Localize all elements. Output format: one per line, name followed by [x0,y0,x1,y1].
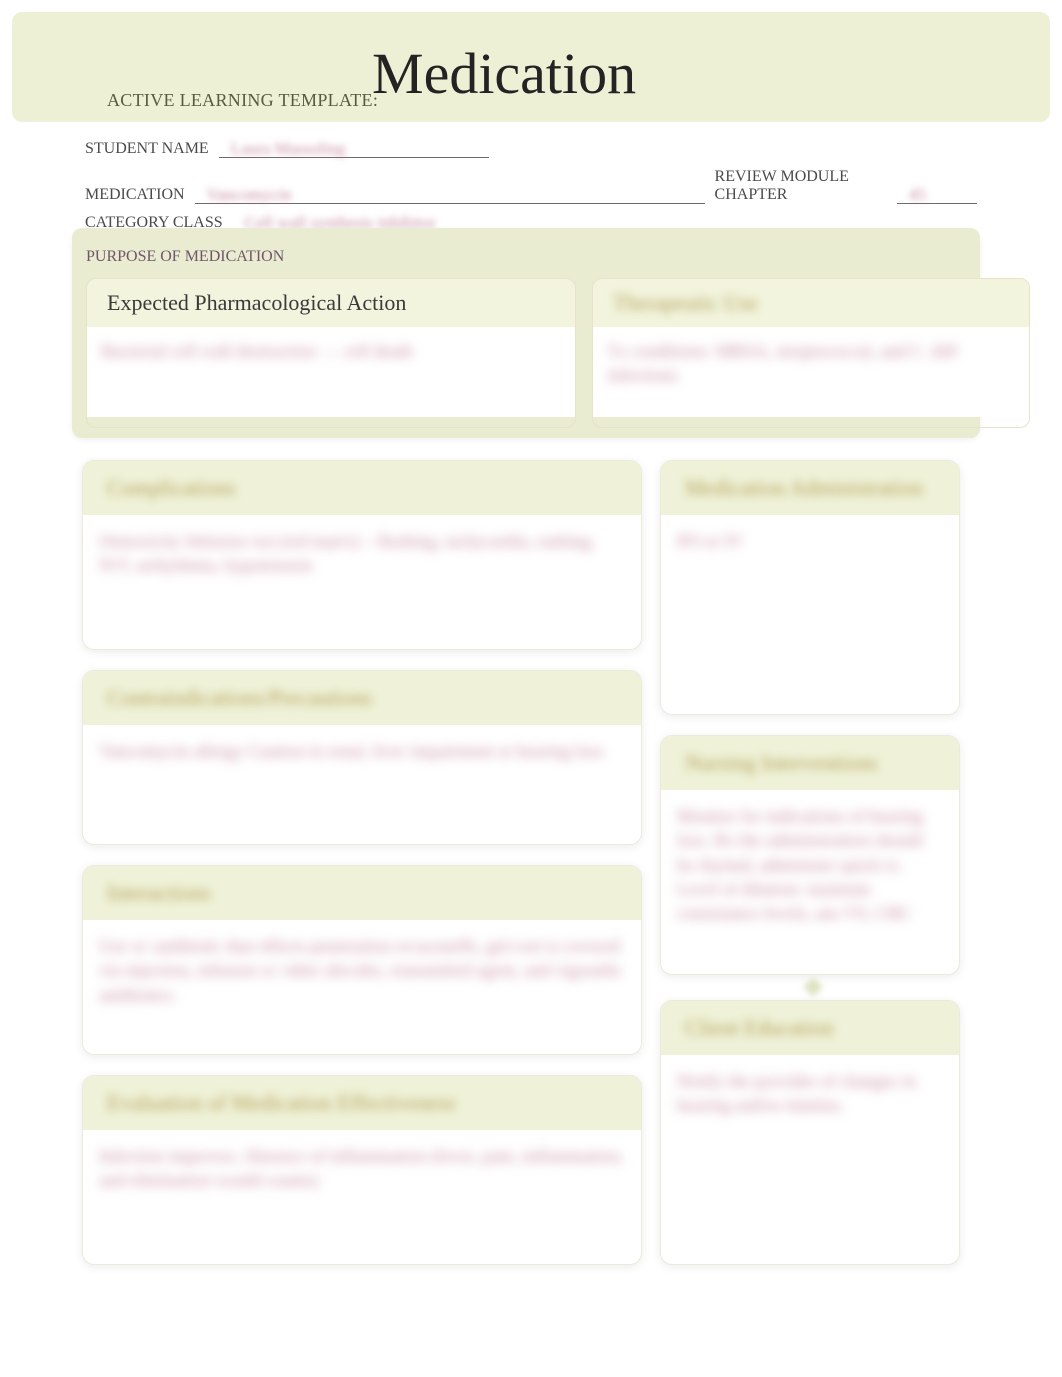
purpose-panel: PURPOSE OF MEDICATION Expected Pharmacol… [72,228,980,438]
purpose-section-label: PURPOSE OF MEDICATION [86,248,284,266]
medication-label: MEDICATION [85,186,185,204]
med-admin-header: Medication Administration [661,461,959,515]
client-edu-body: Notify the provider of changes in hearin… [661,1055,959,1255]
meta-block: STUDENT NAME Laura Massoling MEDICATION … [85,140,977,242]
epa-text: Bacterial cell wall destruction → cell d… [101,339,561,363]
meta-row-student: STUDENT NAME Laura Massoling [85,140,977,158]
student-name-label: STUDENT NAME [85,140,209,158]
evaluation-header: Evaluation of Medication Effectiveness [83,1076,641,1130]
contraindications-body: Vancomycin allergy Caution in renal, liv… [83,725,641,835]
interactions-body: Use w/ antibiotic that effects penetrati… [83,920,641,1030]
chapter-group: REVIEW MODULE CHAPTER 45 [715,168,977,204]
header-title: Medication [372,40,636,107]
contraindications-text: Vancomycin allergy Caution in renal, liv… [99,739,625,763]
meta-row-med: MEDICATION Vancomycin REVIEW MODULE CHAP… [85,168,977,204]
interactions-text: Use w/ antibiotic that effects penetrati… [99,934,625,1007]
interactions-header: Interactions [83,866,641,920]
evaluation-text: Infection improves. Absence of inflammat… [99,1144,625,1193]
header-prefix: ACTIVE LEARNING TEMPLATE: [107,90,378,111]
medication-field: Vancomycin [195,186,705,204]
connector-diamond-icon [803,977,823,997]
evaluation-title: Evaluation of Medication Effectiveness [107,1090,455,1116]
nursing-body: Monitor for indications of hearing loss.… [661,790,959,965]
complications-body: Ototoxicity Infusion rxn (red man's) – f… [83,515,641,625]
page-root: ACTIVE LEARNING TEMPLATE: Medication STU… [0,0,1062,1377]
interactions-title: Interactions [107,880,211,906]
therapeutic-use-box: Therapeutic Use Tx conditions: MRSA, str… [592,278,1030,428]
nursing-interventions-box: Nursing Interventions Monitor for indica… [660,735,960,975]
epa-title: Expected Pharmacological Action [107,290,406,316]
contraindications-header: Contraindications/Precautions [83,671,641,725]
chapter-field: 45 [897,186,977,204]
client-edu-header: Client Education [661,1001,959,1055]
chapter-label: REVIEW MODULE CHAPTER [715,168,891,204]
evaluation-body: Infection improves. Absence of inflammat… [83,1130,641,1240]
nursing-header: Nursing Interventions [661,736,959,790]
nursing-title: Nursing Interventions [685,750,877,776]
client-edu-title: Client Education [685,1015,833,1041]
contraindications-title: Contraindications/Precautions [107,685,372,711]
client-education-box: Client Education Notify the provider of … [660,1000,960,1265]
expected-pharm-action-box: Expected Pharmacological Action Bacteria… [86,278,576,428]
client-edu-text: Notify the provider of changes in hearin… [677,1069,943,1118]
header-band: ACTIVE LEARNING TEMPLATE: Medication [12,12,1050,122]
med-admin-body: PO or IV [661,515,959,705]
therapeutic-text: Tx conditions: MRSA, streptococcal, and … [607,339,1015,388]
nursing-text: Monitor for indications of hearing loss.… [677,804,943,925]
therapeutic-title: Therapeutic Use [613,290,758,316]
complications-box: Complications Ototoxicity Infusion rxn (… [82,460,642,650]
student-name-field: Laura Massoling [219,140,489,158]
student-name-value: Laura Massoling [231,139,346,159]
complications-header: Complications [83,461,641,515]
med-admin-text: PO or IV [677,529,943,553]
chapter-value: 45 [909,185,926,205]
therapeutic-body: Tx conditions: MRSA, streptococcal, and … [593,327,1029,417]
epa-header: Expected Pharmacological Action [87,279,575,327]
complications-title: Complications [107,475,235,501]
contraindications-box: Contraindications/Precautions Vancomycin… [82,670,642,845]
med-admin-title: Medication Administration [685,475,923,501]
med-admin-box: Medication Administration PO or IV [660,460,960,715]
interactions-box: Interactions Use w/ antibiotic that effe… [82,865,642,1055]
complications-text: Ototoxicity Infusion rxn (red man's) – f… [99,529,625,578]
epa-body: Bacterial cell wall destruction → cell d… [87,327,575,417]
therapeutic-header: Therapeutic Use [593,279,1029,327]
medication-value: Vancomycin [207,185,292,205]
evaluation-box: Evaluation of Medication Effectiveness I… [82,1075,642,1265]
